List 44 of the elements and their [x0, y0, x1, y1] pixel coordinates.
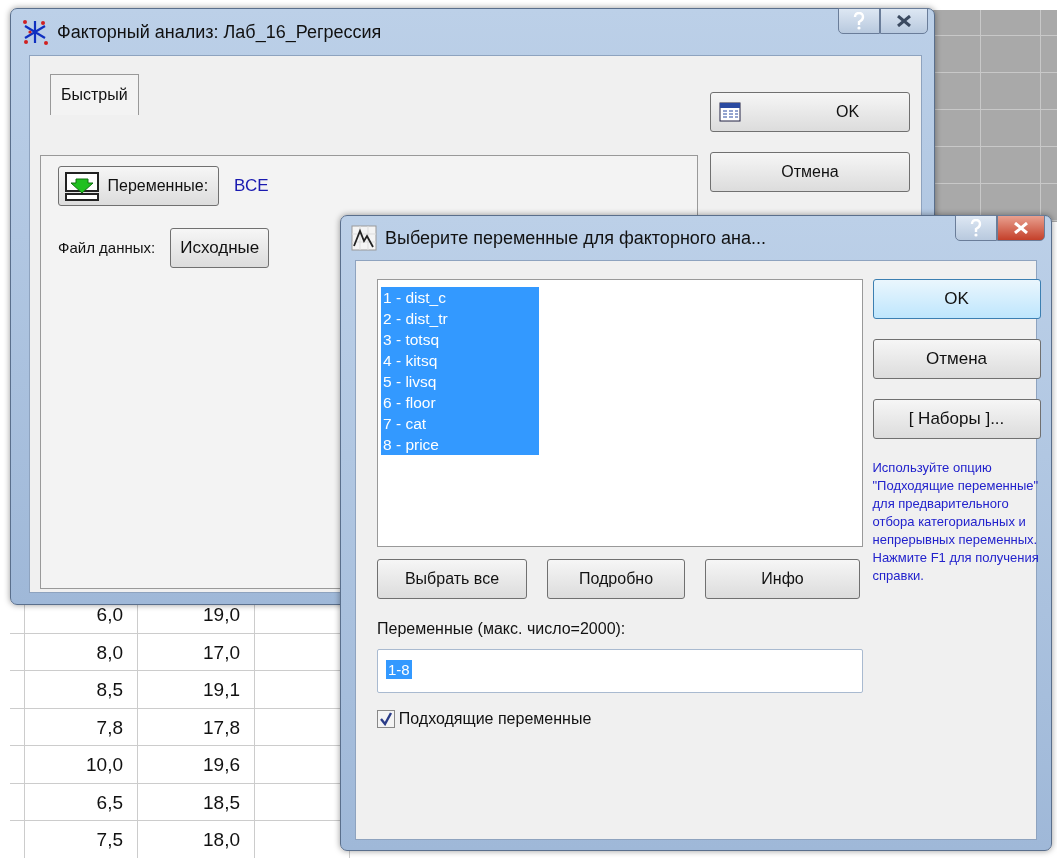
ok-button[interactable]: OK	[872, 279, 1041, 319]
table-icon	[719, 102, 741, 122]
window-title: Выберите переменные для факторного ана...	[385, 226, 766, 250]
check-icon	[379, 711, 393, 726]
cancel-button[interactable]: Отмена	[872, 339, 1041, 379]
close-button[interactable]	[997, 215, 1045, 241]
table-cell: 19,6	[138, 746, 255, 783]
help-text: Используйте опцию "Подходящие переменные" для предварительного отбора категориальных и непрерывных переменных. Нажмите F1 для получения справки.	[872, 459, 1040, 585]
table-cell: 7,5	[22, 821, 138, 858]
close-icon	[897, 15, 911, 27]
download-icon	[64, 171, 100, 201]
checkbox[interactable]	[377, 709, 395, 728]
info-button[interactable]: Инфо	[705, 559, 860, 599]
table-cell: 17,0	[138, 633, 255, 671]
checkbox-label: Подходящие переменные	[398, 708, 592, 729]
ok-button[interactable]: OK	[710, 92, 910, 132]
details-button[interactable]: Подробно	[547, 559, 685, 599]
table-cell: 7,8	[22, 708, 138, 746]
select-all-button[interactable]: Выбрать все	[377, 559, 527, 599]
window-title: Факторный анализ: Лаб_16_Регрессия	[57, 20, 382, 45]
close-icon	[1014, 222, 1028, 234]
table-cell: 6,5	[22, 783, 138, 821]
field-label: Переменные (макс. число=2000):	[377, 619, 627, 639]
variables-value: ВСЕ	[234, 175, 269, 198]
cancel-button[interactable]: Отмена	[710, 152, 910, 192]
help-icon	[970, 219, 982, 237]
sets-button[interactable]: [ Наборы ]...	[872, 399, 1041, 439]
help-button[interactable]	[955, 215, 997, 241]
table-cell: 18,5	[138, 783, 255, 821]
data-file-button[interactable]: Исходные	[170, 228, 270, 268]
tab[interactable]: Быстрый	[50, 74, 139, 115]
help-button[interactable]	[838, 8, 880, 34]
variables-button[interactable]: Переменные:	[58, 166, 220, 206]
table-cell: 10,0	[22, 746, 138, 783]
help-icon	[853, 12, 865, 30]
field-label: Файл данных:	[58, 237, 156, 258]
table-cell: 8,5	[22, 671, 138, 708]
scatter-icon	[21, 18, 49, 46]
table-cell: 8,0	[22, 633, 138, 671]
table-cell: 17,8	[138, 708, 255, 746]
table-cell: 19,1	[138, 671, 255, 708]
table-cell: 18,0	[138, 821, 255, 858]
close-button[interactable]	[880, 8, 928, 34]
chart-icon	[351, 225, 377, 251]
